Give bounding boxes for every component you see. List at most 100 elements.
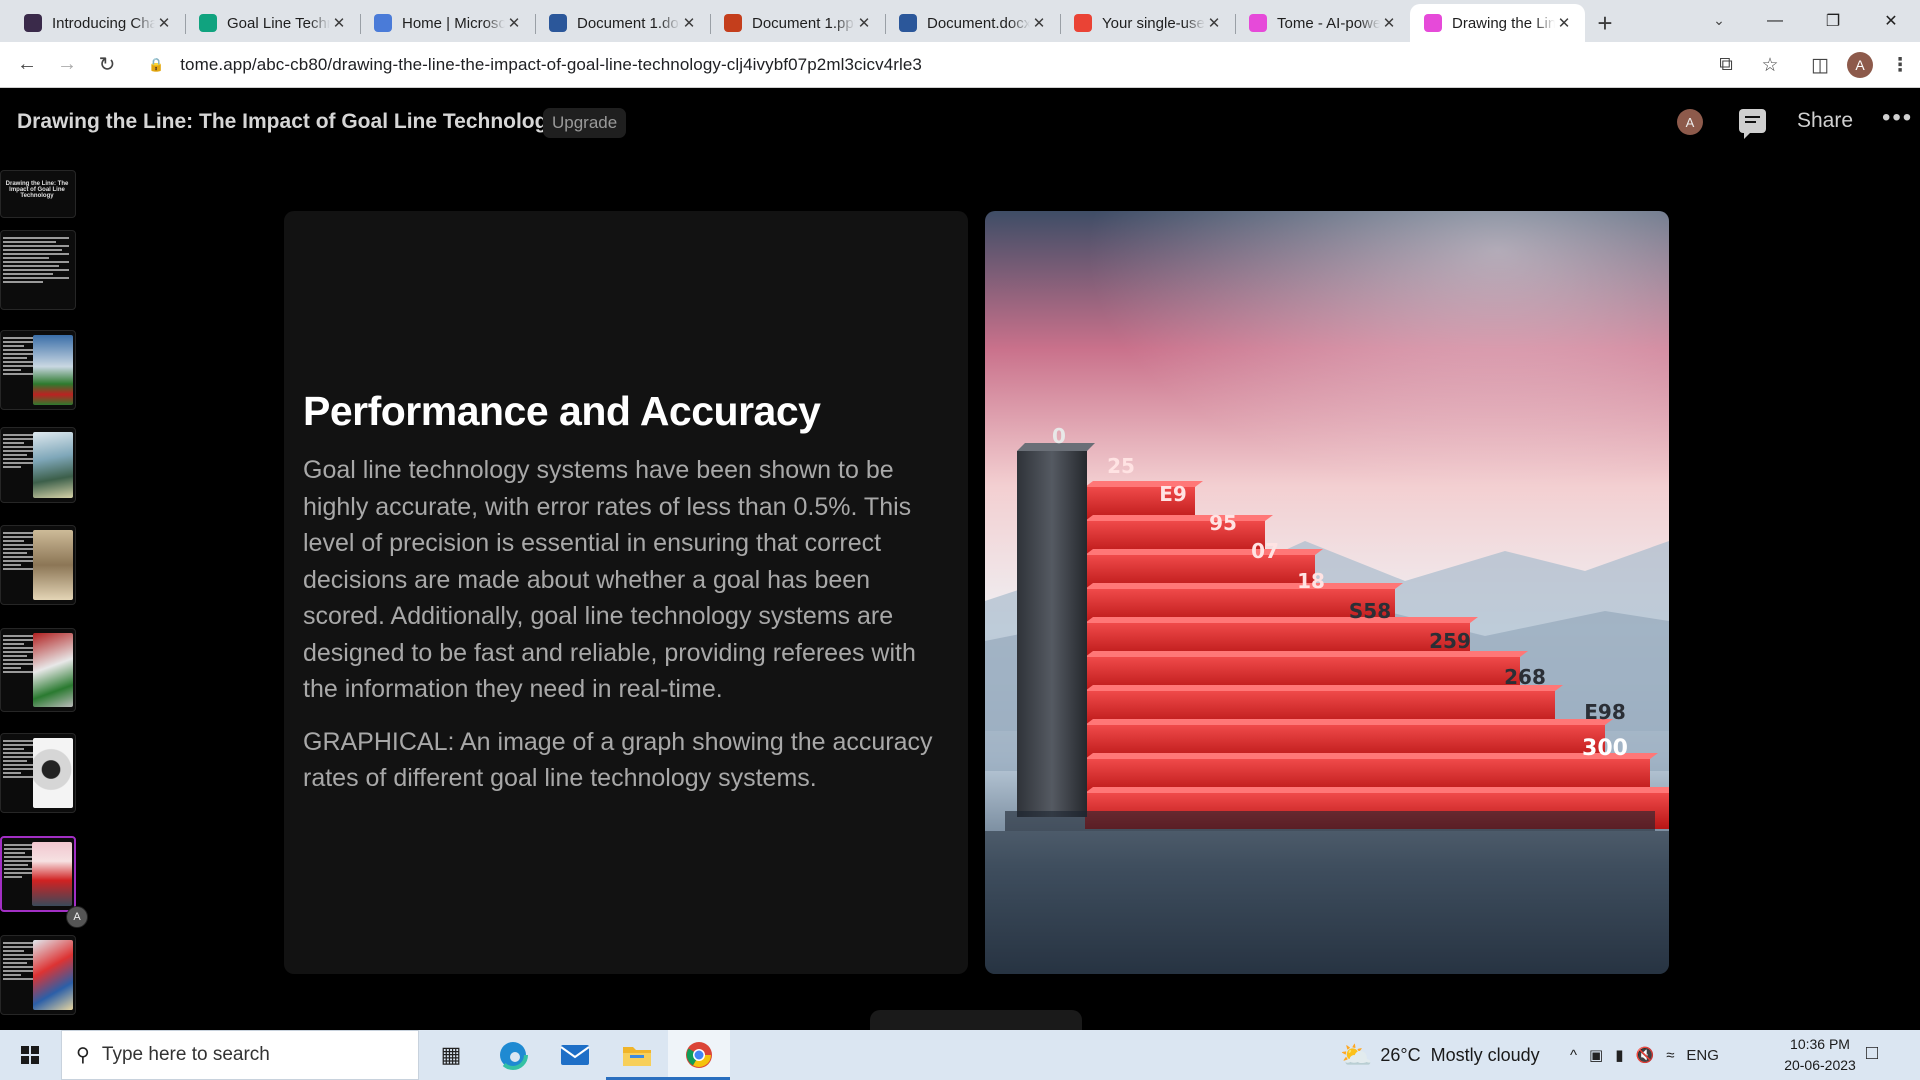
tab-title: Document 1.docx (577, 14, 680, 32)
file-explorer-icon[interactable] (606, 1030, 668, 1080)
stair-step-top (1085, 583, 1403, 589)
graph-label: 07 (1251, 539, 1279, 563)
browser-tab-strip: Introducing ChatGPT✕Goal Line Technology… (0, 0, 1920, 42)
close-tab-icon[interactable]: ✕ (1030, 14, 1048, 32)
comments-icon[interactable] (1739, 109, 1766, 139)
task-view-icon[interactable]: ▦ (420, 1030, 482, 1080)
stair-step-top (1085, 787, 1669, 793)
browser-menu-icon[interactable]: ⋮ (1880, 47, 1920, 83)
address-url[interactable]: tome.app/abc-cb80/drawing-the-line-the-i… (180, 55, 922, 75)
weather-widget[interactable]: ⛅ 26°C Mostly cloudy (1340, 1040, 1540, 1071)
tab-search-chevron-icon[interactable]: ⌄ (1704, 8, 1734, 32)
close-tab-icon[interactable]: ✕ (155, 14, 173, 32)
tab-title: Your single-use code (1102, 14, 1205, 32)
minimize-icon[interactable]: — (1746, 0, 1804, 42)
stair-step-top (1085, 685, 1563, 691)
clock-date: 20-06-2023 (1784, 1057, 1856, 1073)
profile-avatar[interactable]: A (1840, 47, 1880, 83)
slide-title[interactable]: Performance and Accuracy (303, 388, 821, 435)
close-tab-icon[interactable]: ✕ (1380, 14, 1398, 32)
forward-arrow-icon[interactable]: → (47, 47, 87, 83)
meet-now-icon[interactable]: ▣ (1589, 1046, 1603, 1064)
close-tab-icon[interactable]: ✕ (330, 14, 348, 32)
thumbnail-page-1[interactable]: Drawing the Line: The Impact of Goal Lin… (0, 170, 76, 218)
slide-body[interactable]: Goal line technology systems have been s… (303, 452, 953, 813)
slide-image-red-staircase-graph[interactable]: 0 25 E9 95 07 18 S58 259 268 E98 300 (985, 211, 1669, 974)
document-title[interactable]: Drawing the Line: The Impact of Goal Lin… (17, 110, 559, 134)
collaborator-avatar[interactable]: A (1677, 109, 1703, 135)
back-arrow-icon[interactable]: ← (7, 47, 47, 83)
tab-title: Tome - AI-powered (1277, 14, 1380, 32)
more-options-icon[interactable]: ••• (1882, 104, 1913, 132)
weather-temperature: 26°C (1380, 1045, 1421, 1065)
side-panel-icon[interactable]: ◫ (1800, 47, 1840, 83)
browser-tab-1[interactable]: Introducing ChatGPT✕ (10, 4, 185, 42)
browser-tab-7[interactable]: Your single-use code✕ (1060, 4, 1235, 42)
close-tab-icon[interactable]: ✕ (1555, 14, 1573, 32)
graph-label: 18 (1297, 569, 1325, 593)
upgrade-button[interactable]: Upgrade (543, 108, 627, 138)
browser-tab-2[interactable]: Goal Line Technology✕ (185, 4, 360, 42)
tab-title: Drawing the Line (1452, 14, 1555, 32)
thumbnail-page-5[interactable] (0, 525, 76, 605)
close-tab-icon[interactable]: ✕ (855, 14, 873, 32)
edge-browser-icon[interactable] (482, 1030, 544, 1080)
close-window-icon[interactable]: ✕ (1862, 0, 1920, 42)
close-tab-icon[interactable]: ✕ (1205, 14, 1223, 32)
stair-step-top (1085, 753, 1658, 759)
taskbar-search-box[interactable]: ⚲ Type here to search (61, 1030, 419, 1080)
thumbnail-page-8-selected[interactable] (0, 836, 76, 912)
address-bar[interactable]: 🔒 tome.app/abc-cb80/drawing-the-line-the… (134, 47, 1779, 83)
browser-tab-4[interactable]: Document 1.docx✕ (535, 4, 710, 42)
stair-step-top (1085, 719, 1613, 725)
thumbnail-page-2[interactable] (0, 230, 76, 310)
close-tab-icon[interactable]: ✕ (505, 14, 523, 32)
thumbnail-page-4[interactable] (0, 427, 76, 503)
thumbnail-page-6[interactable] (0, 628, 76, 712)
window-controls: — ❐ ✕ (1746, 0, 1920, 42)
notifications-icon[interactable]: □ (1866, 1042, 1894, 1066)
browser-tab-8[interactable]: Tome - AI-powered✕ (1235, 4, 1410, 42)
thumbnail-page-3[interactable] (0, 330, 76, 410)
browser-tab-9[interactable]: Drawing the Line ✕ (1410, 4, 1585, 42)
browser-tab-5[interactable]: Document 1.pptx ✕ (710, 4, 885, 42)
browser-tab-6[interactable]: Document.docx ✕ (885, 4, 1060, 42)
slide-graphical-note[interactable]: GRAPHICAL: An image of a graph showing t… (303, 724, 953, 797)
chrome-icon[interactable] (668, 1030, 730, 1080)
stair-step-top (1085, 549, 1323, 555)
thumbnail-page-9[interactable] (0, 935, 76, 1015)
language-indicator[interactable]: ENG (1686, 1047, 1719, 1064)
mail-icon[interactable] (544, 1030, 606, 1080)
app-header: Drawing the Line: The Impact of Goal Lin… (0, 88, 1920, 154)
clock[interactable]: 10:36 PM 20-06-2023 (1760, 1034, 1880, 1076)
openai-icon (24, 14, 42, 32)
start-button[interactable] (0, 1030, 60, 1080)
presentation-toolbar[interactable] (870, 1010, 1082, 1030)
slide-body-paragraph[interactable]: Goal line technology systems have been s… (303, 452, 953, 708)
battery-icon[interactable]: ▮ (1615, 1046, 1623, 1064)
bookmark-star-icon[interactable]: ☆ (1750, 47, 1790, 83)
graph-label: 95 (1209, 511, 1237, 535)
share-page-icon[interactable]: ⧉ (1706, 47, 1746, 83)
tab-title: Document 1.pptx (752, 14, 855, 32)
weather-description: Mostly cloudy (1430, 1045, 1540, 1065)
chatgpt-icon (199, 14, 217, 32)
volume-muted-icon[interactable]: 🔇 (1636, 1046, 1655, 1064)
tab-title: Introducing ChatGPT (52, 14, 155, 32)
thumbnail-page-7[interactable] (0, 733, 76, 813)
dark-column (1017, 451, 1087, 817)
restore-icon[interactable]: ❐ (1804, 0, 1862, 42)
close-tab-icon[interactable]: ✕ (680, 14, 698, 32)
show-hidden-icons-chevron-icon[interactable]: ^ (1570, 1047, 1577, 1064)
tome-app: Drawing the Line: The Impact of Goal Lin… (0, 88, 1920, 1030)
graph-label: S58 (1349, 599, 1391, 623)
browser-tab-3[interactable]: Home | Microsoft ✕ (360, 4, 535, 42)
wifi-icon[interactable]: ≈ (1666, 1047, 1674, 1064)
lock-icon[interactable]: 🔒 (148, 57, 164, 73)
clock-time: 10:36 PM (1790, 1036, 1850, 1052)
search-icon: ⚲ (76, 1044, 90, 1066)
new-tab-icon[interactable]: + (1585, 4, 1625, 42)
graph-label: 268 (1504, 665, 1546, 689)
share-button[interactable]: Share (1797, 109, 1853, 133)
reload-icon[interactable]: ↻ (87, 47, 127, 83)
